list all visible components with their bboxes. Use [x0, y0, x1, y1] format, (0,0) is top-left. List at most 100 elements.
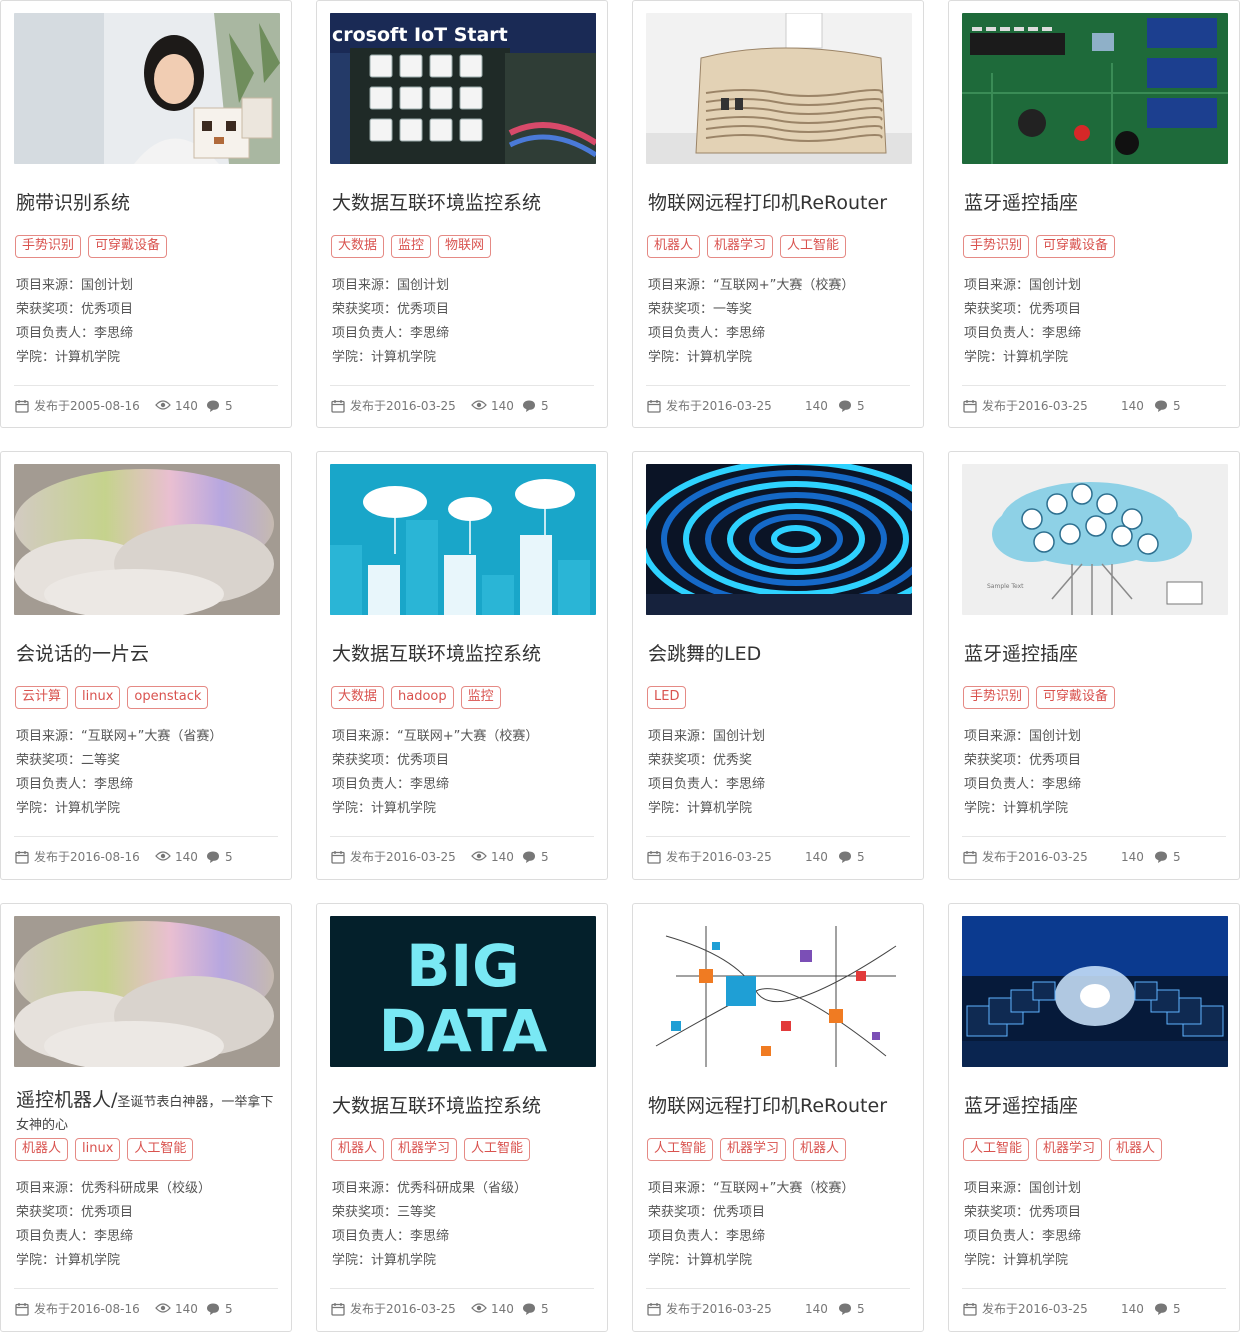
award-label: 荣获奖项： — [332, 753, 398, 768]
project-thumbnail[interactable] — [14, 916, 280, 1067]
tag-chip[interactable]: linux — [75, 1138, 121, 1161]
project-thumbnail[interactable] — [14, 13, 280, 164]
project-title[interactable]: 会说话的一片云 — [16, 639, 284, 669]
tag-chip[interactable]: 机器学习 — [707, 235, 774, 258]
comment-count: 5 — [541, 850, 549, 864]
source-value: 优秀科研成果（省级） — [397, 1181, 528, 1196]
tag-chip[interactable]: 机器人 — [331, 1138, 385, 1161]
project-card[interactable]: 大数据互联环境监控系统 大数据 hadoop 监控 项目来源：“互联网+”大赛（校赛… — [316, 451, 608, 880]
project-title[interactable]: 蓝牙遥控插座 — [964, 639, 1232, 669]
project-title[interactable]: 物联网远程打印机ReRouter — [648, 188, 916, 218]
view-count: 140 — [1121, 399, 1144, 413]
project-card[interactable]: 蓝牙遥控插座 手势识别 可穿戴设备 项目来源：国创计划 荣获奖项：优秀项目 项目负… — [948, 0, 1240, 428]
info-college: 学院：计算机学院 — [332, 346, 598, 370]
tag-chip[interactable]: 人工智能 — [127, 1138, 194, 1161]
tag-chip[interactable]: 机器学习 — [1036, 1138, 1103, 1161]
project-thumbnail[interactable]: BIG DATA — [330, 916, 596, 1067]
project-title[interactable]: 蓝牙遥控插座 — [964, 1091, 1232, 1121]
tag-chip[interactable]: 机器人 — [15, 1138, 69, 1161]
project-thumbnail[interactable] — [962, 13, 1228, 164]
project-card[interactable]: BIG DATA 大数据互联环境监控系统 机器人 机器学习 人工智能 项目来源：优秀… — [316, 903, 608, 1332]
project-card[interactable]: 会说话的一片云 云计算 linux openstack 项目来源：“互联网+”大赛（… — [0, 451, 292, 880]
tag-chip[interactable]: 可穿戴设备 — [88, 235, 168, 258]
award-value: 优秀项目 — [397, 302, 450, 317]
card-divider — [14, 1288, 278, 1289]
project-title[interactable]: 大数据互联环境监控系统 — [332, 1091, 600, 1121]
owner-label: 项目负责人： — [332, 1229, 411, 1244]
eye-icon — [471, 851, 487, 861]
project-title[interactable]: 腕带识别系统 — [16, 188, 284, 218]
tag-chip[interactable]: linux — [75, 686, 121, 709]
project-card[interactable]: Sample Text 蓝牙遥控插座 手势识别 可穿戴设备 项目来源：国创计划 荣… — [948, 451, 1240, 880]
tag-chip[interactable]: 机器学习 — [720, 1138, 787, 1161]
tag-chip[interactable]: 云计算 — [15, 686, 69, 709]
project-thumbnail[interactable] — [646, 464, 912, 615]
tag-chip[interactable]: 机器学习 — [391, 1138, 458, 1161]
tag-chip[interactable]: 人工智能 — [963, 1138, 1030, 1161]
info-owner: 项目负责人：李思缔 — [648, 1225, 914, 1249]
tag-chip[interactable]: 监控 — [391, 235, 432, 258]
project-title[interactable]: 蓝牙遥控插座 — [964, 188, 1232, 218]
source-label: 项目来源： — [332, 1181, 398, 1196]
server-monitors-tunnel — [962, 916, 1228, 1067]
calendar-icon — [963, 1303, 977, 1316]
project-card[interactable]: 腕带识别系统 手势识别 可穿戴设备 项目来源：国创计划 荣获奖项：优秀项目 项目负… — [0, 0, 292, 428]
source-label: 项目来源： — [16, 1181, 82, 1196]
owner-value: 李思缔 — [410, 1229, 450, 1244]
project-title[interactable]: 物联网远程打印机ReRouter — [648, 1091, 916, 1121]
tag-chip[interactable]: 手势识别 — [963, 235, 1030, 258]
info-owner: 项目负责人：李思缔 — [964, 322, 1230, 346]
project-card[interactable]: 遥控机器人/圣诞节表白神器，一举拿下女神的心 机器人 linux 人工智能 项目来源… — [0, 903, 292, 1332]
owner-label: 项目负责人： — [648, 777, 727, 792]
tag-chip[interactable]: 人工智能 — [464, 1138, 531, 1161]
project-title[interactable]: 会跳舞的LED — [648, 639, 916, 669]
card-footer: 发布于2016-03-25 140 5 — [647, 1299, 917, 1319]
project-info: 项目来源：国创计划 荣获奖项：优秀项目 项目负责人：李思缔 学院：计算机学院 — [16, 274, 282, 370]
tag-chip[interactable]: openstack — [127, 686, 209, 709]
tag-chip[interactable]: 物联网 — [438, 235, 492, 258]
tag-chip[interactable]: 机器人 — [793, 1138, 847, 1161]
comment-icon — [523, 1303, 535, 1315]
tag-chip[interactable]: 可穿戴设备 — [1036, 686, 1116, 709]
tag-chip[interactable]: 大数据 — [331, 235, 385, 258]
tag-chip[interactable]: 人工智能 — [647, 1138, 714, 1161]
card-footer: 发布于2016-08-16 140 5 — [15, 847, 285, 867]
project-thumbnail[interactable]: Sample Text — [962, 464, 1228, 615]
tag-chip[interactable]: 大数据 — [331, 686, 385, 709]
project-title[interactable]: 遥控机器人/圣诞节表白神器，一举拿下女神的心 — [16, 1090, 284, 1134]
project-card[interactable]: crosoft IoT Start 大数据互联环境监控系统 大数据 监控 物联网 项… — [316, 0, 608, 428]
project-info: 项目来源：国创计划 荣获奖项：优秀奖 项目负责人：李思缔 学院：计算机学院 — [648, 725, 914, 821]
project-thumbnail[interactable] — [14, 464, 280, 615]
tag-chip[interactable]: 机器人 — [1109, 1138, 1163, 1161]
source-value: “互联网+”大赛（校赛） — [713, 1181, 855, 1196]
project-thumbnail[interactable]: crosoft IoT Start — [330, 13, 596, 164]
college-label: 学院： — [964, 1253, 1004, 1268]
project-title[interactable]: 大数据互联环境监控系统 — [332, 188, 600, 218]
project-card[interactable]: 蓝牙遥控插座 人工智能 机器学习 机器人 项目来源：国创计划 荣获奖项：优秀项目 项… — [948, 903, 1240, 1332]
tag-chip[interactable]: LED — [647, 686, 687, 709]
source-label: 项目来源： — [648, 278, 714, 293]
tag-chip[interactable]: 机器人 — [647, 235, 701, 258]
college-label: 学院： — [332, 801, 372, 816]
project-card[interactable]: 会跳舞的LED LED 项目来源：国创计划 荣获奖项：优秀奖 项目负责人：李思缔… — [632, 451, 924, 880]
source-label: 项目来源： — [332, 729, 398, 744]
college-value: 计算机学院 — [371, 350, 437, 365]
tag-chip[interactable]: hadoop — [391, 686, 454, 709]
tag-chip[interactable]: 可穿戴设备 — [1036, 235, 1116, 258]
publish-date: 发布于2016-03-25 — [350, 399, 456, 413]
project-thumbnail[interactable] — [330, 464, 596, 615]
tag-chip[interactable]: 手势识别 — [963, 686, 1030, 709]
info-owner: 项目负责人：李思缔 — [16, 773, 282, 797]
project-card[interactable]: 物联网远程打印机ReRouter 机器人 机器学习 人工智能 项目来源：“互联网+”… — [632, 0, 924, 428]
tag-chip[interactable]: 手势识别 — [15, 235, 82, 258]
view-count: 140 — [175, 1302, 198, 1316]
project-card[interactable]: 物联网远程打印机ReRouter 人工智能 机器学习 机器人 项目来源：“互联网+”… — [632, 903, 924, 1332]
college-value: 计算机学院 — [55, 350, 121, 365]
project-thumbnail[interactable] — [646, 916, 912, 1067]
tag-chip[interactable]: 人工智能 — [780, 235, 847, 258]
project-thumbnail[interactable] — [962, 916, 1228, 1067]
tag-list: 人工智能 机器学习 机器人 — [963, 1138, 1163, 1161]
project-title[interactable]: 大数据互联环境监控系统 — [332, 639, 600, 669]
project-thumbnail[interactable] — [646, 13, 912, 164]
tag-chip[interactable]: 监控 — [460, 686, 501, 709]
